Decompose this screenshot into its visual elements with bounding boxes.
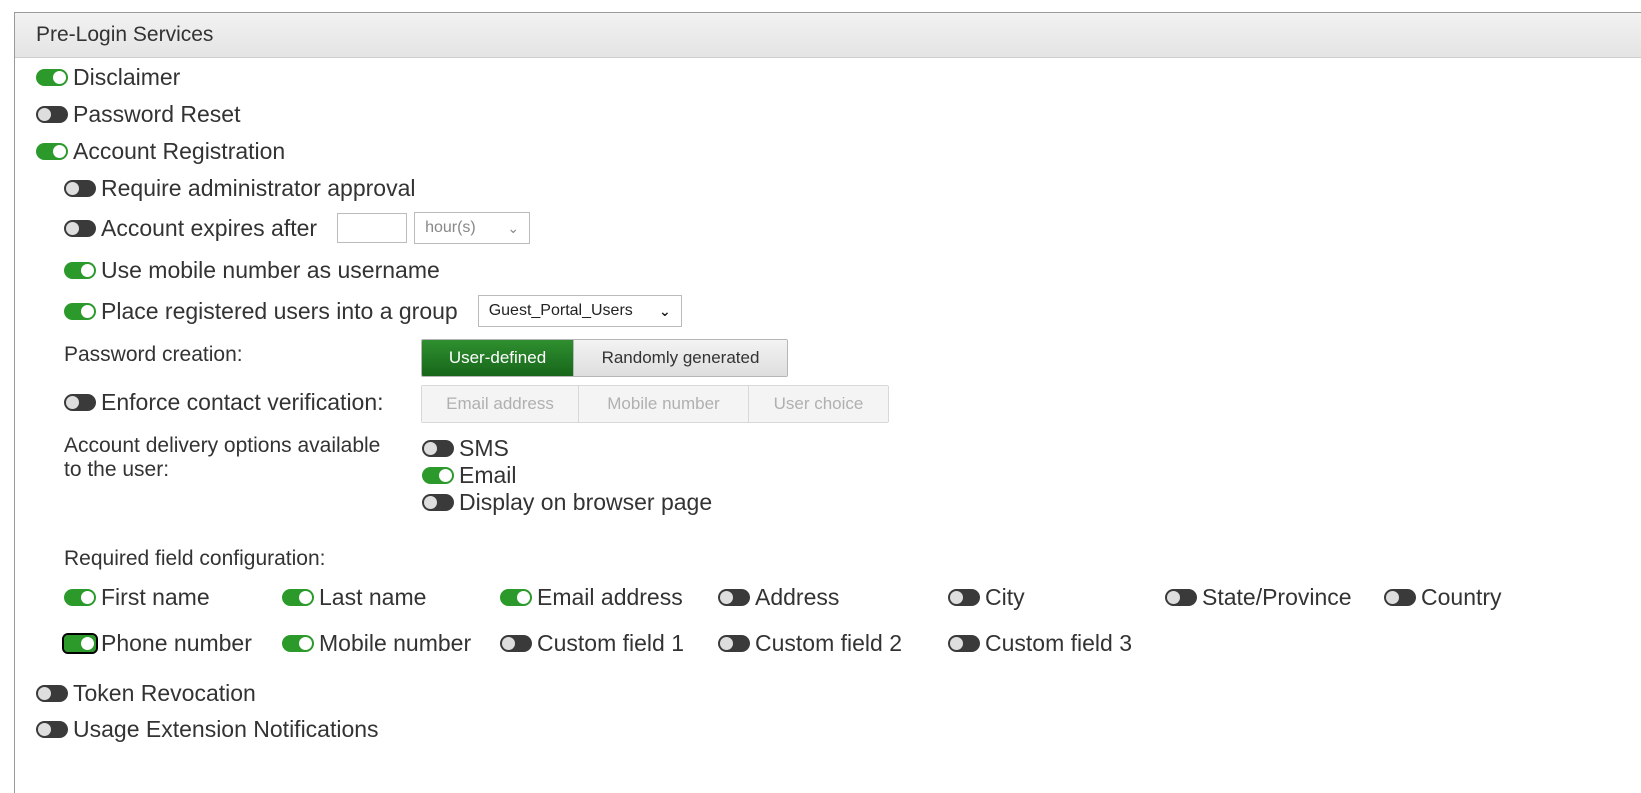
disclaimer-toggle[interactable] (36, 69, 68, 86)
mobile-number-toggle[interactable] (282, 635, 314, 652)
email-address-label: Email address (537, 584, 683, 610)
contact-verification-segmented: Email address Mobile number User choice (421, 385, 889, 423)
segment-user-defined[interactable]: User-defined (422, 340, 573, 376)
group-select[interactable]: Guest_Portal_Users ⌄ (477, 295, 682, 327)
delivery-sms-row[interactable]: SMS (422, 435, 509, 462)
city-toggle[interactable] (948, 589, 980, 606)
segment-mobile-number[interactable]: Mobile number (578, 386, 748, 422)
delivery-email-row[interactable]: Email (422, 462, 517, 489)
field-custom-1[interactable]: Custom field 1 (500, 630, 684, 657)
account-registration-row[interactable]: Account Registration (36, 138, 285, 165)
field-first-name[interactable]: First name (64, 584, 210, 611)
place-group-toggle[interactable] (64, 302, 96, 320)
field-mobile-number[interactable]: Mobile number (282, 630, 471, 657)
account-expires-label: Account expires after (101, 214, 318, 241)
custom-field-1-label: Custom field 1 (537, 630, 685, 656)
account-registration-label: Account Registration (73, 138, 286, 164)
field-custom-3[interactable]: Custom field 3 (948, 630, 1132, 657)
usage-extension-toggle[interactable] (36, 721, 68, 738)
email-address-toggle[interactable] (500, 589, 532, 606)
delivery-options-label: Account delivery options available to th… (64, 434, 380, 482)
mobile-username-row[interactable]: Use mobile number as username (64, 257, 440, 284)
segment-email-address[interactable]: Email address (422, 386, 578, 422)
contact-verification-label: Enforce contact verification: (101, 389, 384, 415)
chevron-down-icon: ⌄ (507, 219, 520, 236)
segment-randomly-generated[interactable]: Randomly generated (573, 340, 787, 376)
field-custom-2[interactable]: Custom field 2 (718, 630, 902, 657)
custom-field-3-label: Custom field 3 (985, 630, 1133, 656)
expires-unit-value: hour(s) (425, 219, 476, 236)
delivery-sms-label: SMS (459, 435, 509, 461)
mobile-username-label: Use mobile number as username (101, 257, 440, 283)
last-name-label: Last name (319, 584, 427, 610)
delivery-browser-label: Display on browser page (459, 489, 713, 515)
usage-extension-row[interactable]: Usage Extension Notifications (36, 716, 379, 743)
token-revocation-label: Token Revocation (73, 680, 256, 706)
chevron-down-icon: ⌄ (658, 302, 671, 319)
address-toggle[interactable] (718, 589, 750, 606)
field-address[interactable]: Address (718, 584, 839, 611)
expires-unit-select[interactable]: hour(s) ⌄ (414, 212, 531, 244)
password-reset-toggle[interactable] (36, 106, 68, 123)
contact-verification-row: Enforce contact verification: (64, 389, 384, 416)
token-revocation-toggle[interactable] (36, 685, 68, 702)
city-label: City (985, 584, 1025, 610)
panel-header: Pre-Login Services (15, 13, 1641, 58)
account-expires-row: Account expires after hour(s) ⌄ (64, 212, 531, 244)
phone-number-toggle[interactable] (62, 633, 98, 654)
state-toggle[interactable] (1165, 589, 1197, 606)
field-email-address[interactable]: Email address (500, 584, 683, 611)
delivery-sms-toggle[interactable] (422, 440, 454, 457)
mobile-username-toggle[interactable] (64, 262, 96, 279)
place-group-label: Place registered users into a group (101, 297, 458, 324)
delivery-email-toggle[interactable] (422, 467, 454, 484)
country-toggle[interactable] (1384, 589, 1416, 606)
address-label: Address (755, 584, 840, 610)
first-name-toggle[interactable] (64, 589, 96, 606)
phone-number-label: Phone number (101, 630, 252, 656)
custom-field-1-toggle[interactable] (500, 635, 532, 652)
token-revocation-row[interactable]: Token Revocation (36, 680, 256, 707)
password-reset-row[interactable]: Password Reset (36, 101, 240, 128)
custom-field-2-label: Custom field 2 (755, 630, 903, 656)
custom-field-3-toggle[interactable] (948, 635, 980, 652)
delivery-browser-row[interactable]: Display on browser page (422, 489, 712, 516)
account-expires-input[interactable] (337, 213, 408, 243)
field-last-name[interactable]: Last name (282, 584, 426, 611)
group-select-value: Guest_Portal_Users (488, 302, 633, 319)
password-creation-label: Password creation: (64, 343, 243, 366)
delivery-browser-toggle[interactable] (422, 494, 454, 511)
disclaimer-label: Disclaimer (73, 64, 181, 90)
password-reset-label: Password Reset (73, 101, 241, 127)
required-fields-label: Required field configuration: (64, 547, 326, 570)
delivery-label-line1: Account delivery options available (64, 434, 381, 457)
usage-extension-label: Usage Extension Notifications (73, 716, 379, 742)
delivery-label-line2: to the user: (64, 458, 170, 481)
disclaimer-row[interactable]: Disclaimer (36, 64, 180, 91)
contact-verification-toggle[interactable] (64, 394, 96, 411)
admin-approval-toggle[interactable] (64, 180, 96, 197)
first-name-label: First name (101, 584, 210, 610)
segment-user-choice[interactable]: User choice (748, 386, 888, 422)
mobile-number-label: Mobile number (319, 630, 472, 656)
place-group-row: Place registered users into a group Gues… (64, 295, 682, 327)
field-phone-number[interactable]: Phone number (62, 630, 252, 657)
last-name-toggle[interactable] (282, 589, 314, 606)
password-creation-segmented: User-defined Randomly generated (421, 339, 788, 377)
country-label: Country (1421, 584, 1502, 610)
admin-approval-label: Require administrator approval (101, 175, 416, 201)
custom-field-2-toggle[interactable] (718, 635, 750, 652)
field-city[interactable]: City (948, 584, 1025, 611)
account-expires-toggle[interactable] (64, 219, 96, 237)
admin-approval-row[interactable]: Require administrator approval (64, 175, 416, 202)
field-state[interactable]: State/Province (1165, 584, 1352, 611)
state-label: State/Province (1202, 584, 1352, 610)
field-country[interactable]: Country (1384, 584, 1502, 611)
delivery-email-label: Email (459, 462, 517, 488)
account-registration-toggle[interactable] (36, 143, 68, 160)
